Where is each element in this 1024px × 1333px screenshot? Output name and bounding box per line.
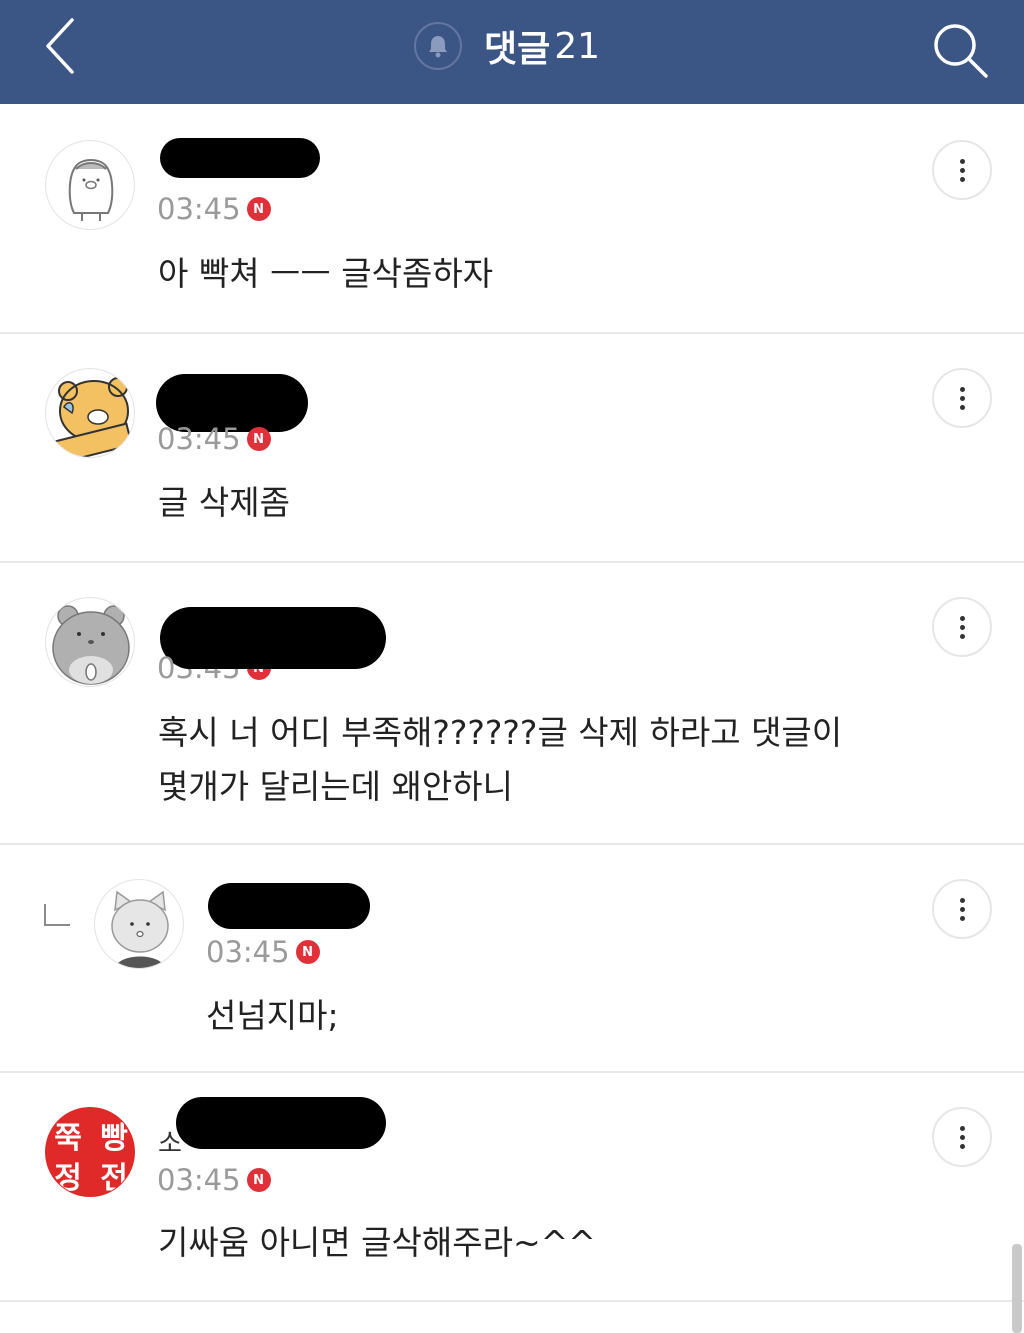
avatar-char: 빵	[100, 1121, 128, 1156]
top-bar: 댓글 21	[0, 0, 1024, 104]
comment-item: 쭉 빵 정 전 소 03:45 N 기싸움 아니면 글삭해주라~^^	[0, 1073, 1024, 1302]
avatar[interactable]	[45, 368, 135, 458]
comment-text: 기싸움 아니면 글삭해주라~^^	[158, 1223, 596, 1262]
reply-indicator-icon	[44, 904, 70, 926]
header-title-group: 댓글 21	[414, 20, 600, 72]
cat-avatar-icon	[111, 890, 169, 968]
comment-text: 선넘지마;	[206, 996, 339, 1035]
avatar-char: 정	[54, 1161, 82, 1196]
avatar-char: 쭉	[54, 1121, 82, 1156]
more-dot	[959, 1143, 965, 1149]
more-options-button[interactable]	[932, 140, 992, 200]
more-dots-icon	[959, 386, 965, 392]
new-badge: N	[246, 197, 271, 221]
lion-avatar-icon	[47, 377, 133, 457]
more-dot	[959, 624, 965, 630]
comment-item: 03:45 N 아 빡쳐 ㅡㅡ 글삭좀하자	[0, 104, 1024, 334]
more-dot	[959, 395, 965, 401]
avatar[interactable]	[45, 140, 135, 230]
comment-item: 03:45 N 글 삭제좀	[0, 334, 1024, 563]
search-button[interactable]	[928, 18, 992, 82]
more-dots-icon	[959, 615, 965, 621]
more-dot	[959, 633, 965, 639]
text-avatar-icon: 쭉 빵 정 전	[54, 1121, 128, 1196]
avatar[interactable]	[45, 597, 135, 687]
redacted-nickname	[176, 1097, 386, 1149]
avatar-char: 전	[100, 1161, 128, 1196]
search-icon	[934, 24, 988, 78]
redacted-nickname	[160, 138, 320, 178]
reply-comment-item: 03:45 N 선넘지마;	[0, 845, 1024, 1073]
scrollbar[interactable]	[1012, 1244, 1022, 1333]
more-dot	[959, 915, 965, 921]
comment-text: 글 삭제좀	[158, 483, 290, 522]
more-options-button[interactable]	[932, 1107, 992, 1167]
avatar[interactable]	[94, 879, 184, 969]
comment-text: 아 빡쳐 ㅡㅡ 글삭좀하자	[158, 254, 494, 293]
more-options-button[interactable]	[932, 368, 992, 428]
redacted-nickname	[208, 883, 370, 929]
avatar[interactable]: 쭉 빵 정 전	[45, 1107, 135, 1197]
more-dot	[959, 176, 965, 182]
timestamp-row: 03:45 N	[157, 422, 271, 456]
more-dots-icon	[959, 158, 965, 164]
new-badge: N	[246, 427, 271, 451]
penguin-avatar-icon	[68, 159, 114, 221]
comment-text: 혹시 너 어디 부족해??????글 삭제 하라고 댓글이 몇개가 달리는데 왜…	[158, 713, 843, 806]
notification-bell-button[interactable]	[414, 22, 462, 70]
redacted-nickname	[170, 633, 366, 669]
timestamp-row: 03:45 N	[157, 1163, 271, 1197]
timestamp-row: 03:45 N	[206, 935, 320, 969]
timestamp: 03:45	[206, 935, 290, 969]
comment-count: 21	[554, 25, 601, 67]
more-dot	[959, 167, 965, 173]
new-badge: N	[246, 1168, 271, 1192]
bell-icon	[429, 36, 447, 58]
comment-item: 03:45 N 혹시 너 어디 부족해??????글 삭제 하라고 댓글이 몇개…	[0, 563, 1024, 845]
more-dot	[959, 1134, 965, 1140]
more-options-button[interactable]	[932, 597, 992, 657]
hamster-avatar-icon	[52, 605, 130, 685]
more-options-button[interactable]	[932, 879, 992, 939]
timestamp: 03:45	[157, 1163, 241, 1197]
more-dot	[959, 404, 965, 410]
page-title: 댓글	[484, 29, 551, 70]
timestamp: 03:45	[157, 422, 241, 456]
chevron-left-icon	[46, 18, 74, 74]
new-badge: N	[295, 940, 320, 964]
back-button[interactable]	[36, 14, 84, 78]
more-dots-icon	[959, 897, 965, 903]
more-dot	[959, 906, 965, 912]
more-dots-icon	[959, 1125, 965, 1131]
timestamp-row: 03:45 N	[157, 192, 271, 226]
timestamp: 03:45	[157, 192, 241, 226]
